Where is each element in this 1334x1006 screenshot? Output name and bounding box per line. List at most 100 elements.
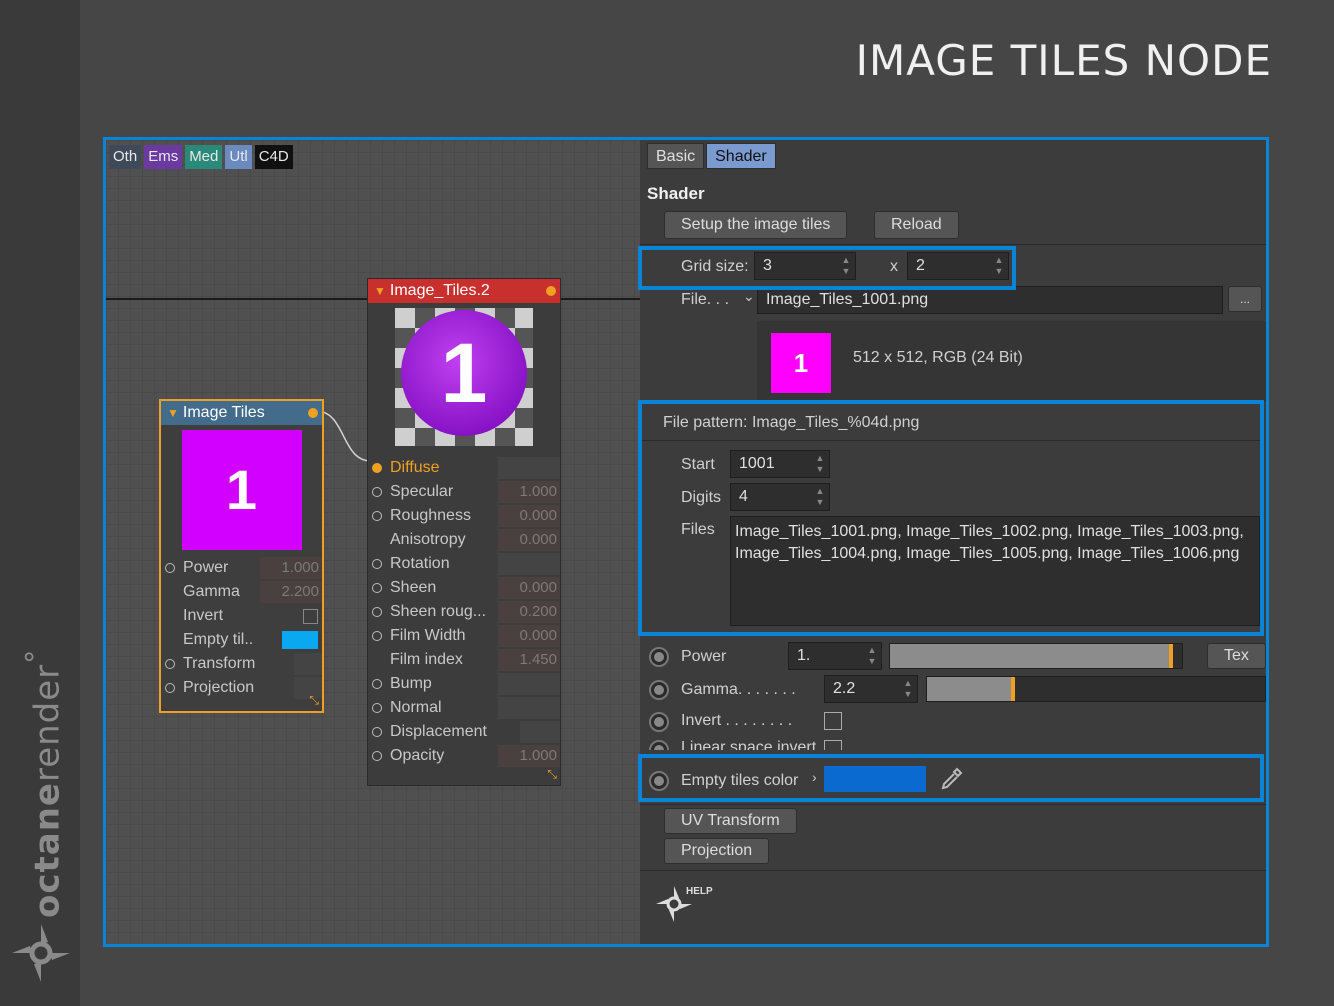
port-label: Transform [183,655,256,672]
panel-tabs: Basic Shader [647,143,776,169]
port-label: Projection [183,679,255,696]
image-tiles-node[interactable]: ▼ Image Tiles 1 Power 1.000 Gamma 2.200 Inv… [159,399,324,713]
page-title: IMAGE TILES NODE [855,36,1272,85]
port-value[interactable]: 1.450 [498,649,560,671]
gamma-slider[interactable] [926,676,1266,702]
port-value[interactable]: 0.000 [498,529,560,551]
setup-image-tiles-button[interactable]: Setup the image tiles [664,211,848,239]
port-value[interactable]: 0.000 [498,505,560,527]
port-film-width[interactable]: Film Width 0.000 [368,624,560,648]
port-label: Roughness [390,507,471,524]
power-radio[interactable] [649,647,669,667]
output-pin[interactable] [308,408,318,418]
brand-wordmark: octanerender° [20,648,68,918]
port-projection[interactable]: Projection [161,676,322,700]
resize-icon[interactable]: ⤡ [547,767,557,782]
node-header[interactable]: ▼ Image_Tiles.2 [368,279,560,303]
port-rotation[interactable]: Rotation [368,552,560,576]
invert-label: Invert . . . . . . . . [681,712,793,729]
port-sheen-roughness[interactable]: Sheen roug... 0.200 [368,600,560,624]
port-value[interactable]: 2.200 [260,581,322,603]
port-invert[interactable]: Invert [161,604,322,628]
invert-checkbox[interactable] [824,712,842,730]
port-pin-icon[interactable] [372,487,382,497]
port-pin-icon[interactable] [165,683,175,693]
port-normal[interactable]: Normal [368,696,560,720]
port-value[interactable]: 0.200 [498,601,560,623]
port-pin-icon[interactable] [372,631,382,641]
collapse-triangle-icon[interactable]: ▼ [374,284,386,298]
tab-shader[interactable]: Shader [706,143,776,169]
gamma-input[interactable]: 2.2 ▲ ▼ [824,675,918,703]
port-pin-icon[interactable] [372,751,382,761]
port-value[interactable]: 1.000 [260,557,322,579]
uv-transform-button[interactable]: UV Transform [664,808,797,834]
projection-button[interactable]: Projection [664,838,770,864]
port-pin-icon[interactable] [165,659,175,669]
node-header[interactable]: ▼ Image Tiles [161,401,322,425]
port-specular[interactable]: Specular 1.000 [368,480,560,504]
reload-button[interactable]: Reload [874,211,959,239]
port-value[interactable]: 0.000 [498,577,560,599]
port-value [498,673,560,695]
port-pin-icon[interactable] [372,679,382,689]
port-opacity[interactable]: Opacity 1.000 [368,744,560,768]
linear-space-radio[interactable] [649,740,669,750]
tab-basic[interactable]: Basic [647,143,705,169]
port-pin-icon[interactable] [372,511,382,521]
port-pin-icon[interactable] [372,583,382,593]
port-value[interactable]: 1.000 [498,745,560,767]
node-editor[interactable]: Oth Ems Med Utl C4D ▼ Image Tiles 1 Power… [106,140,640,944]
power-input[interactable]: 1. ▲ ▼ [788,642,882,670]
port-diffuse[interactable]: Diffuse [368,456,560,480]
invert-checkbox[interactable] [303,609,318,624]
port-power[interactable]: Power 1.000 [161,556,322,580]
invert-radio[interactable] [649,712,669,732]
port-gamma[interactable]: Gamma 2.200 [161,580,322,604]
port-pin-icon[interactable] [372,607,382,617]
gamma-radio[interactable] [649,680,669,700]
tex-button[interactable]: Tex [1207,643,1266,669]
material-node[interactable]: ▼ Image_Tiles.2 1 Diffuse Specular 1.000 R… [367,278,561,786]
port-sheen[interactable]: Sheen 0.000 [368,576,560,600]
port-value[interactable]: 1.000 [498,481,560,503]
power-label: Power [681,648,727,665]
power-value: 1. [797,647,811,664]
output-pin[interactable] [546,286,556,296]
power-slider[interactable] [889,643,1183,669]
port-pin-icon[interactable] [372,703,382,713]
port-bump[interactable]: Bump [368,672,560,696]
screenshot-frame: Oth Ems Med Utl C4D ▼ Image Tiles 1 Power… [103,137,1269,947]
port-empty-tiles[interactable]: Empty til.. [161,628,322,652]
port-label: Rotation [390,555,450,572]
resize-icon[interactable]: ⤡ [309,693,319,708]
slider-handle[interactable] [1010,677,1015,701]
port-label: Film index [390,651,463,668]
linear-space-row: Linear space invert [640,736,1266,750]
port-film-index[interactable]: Film index 1.450 [368,648,560,672]
port-roughness[interactable]: Roughness 0.000 [368,504,560,528]
port-pin-icon[interactable] [372,727,382,737]
image-preview: 1 512 x 512, RGB (24 Bit) [757,321,1266,401]
port-pin-icon[interactable] [372,559,382,569]
chevron-down-icon[interactable]: ⌄ [743,288,755,305]
port-value [520,721,560,743]
linear-space-checkbox[interactable] [824,740,842,750]
port-label: Invert [183,607,224,624]
slider-handle[interactable] [1169,644,1174,668]
browse-button[interactable]: ... [1228,286,1263,312]
port-displacement[interactable]: Displacement [368,720,560,744]
help-label[interactable]: HELP [686,886,713,897]
port-value[interactable]: 0.000 [498,625,560,647]
empty-tiles-swatch[interactable] [282,631,318,649]
port-pin-icon[interactable] [165,563,175,573]
port-pin-icon[interactable] [372,463,382,473]
spin-arrows-icon[interactable]: ▲ ▼ [902,678,914,700]
port-label: Bump [390,675,432,692]
port-transform[interactable]: Transform [161,652,322,676]
file-path-field[interactable]: Image_Tiles_1001.png [757,286,1223,314]
preview-sphere: 1 [401,310,527,436]
collapse-triangle-icon[interactable]: ▼ [167,406,179,420]
spin-arrows-icon[interactable]: ▲ ▼ [866,645,878,667]
port-anisotropy[interactable]: Anisotropy 0.000 [368,528,560,552]
